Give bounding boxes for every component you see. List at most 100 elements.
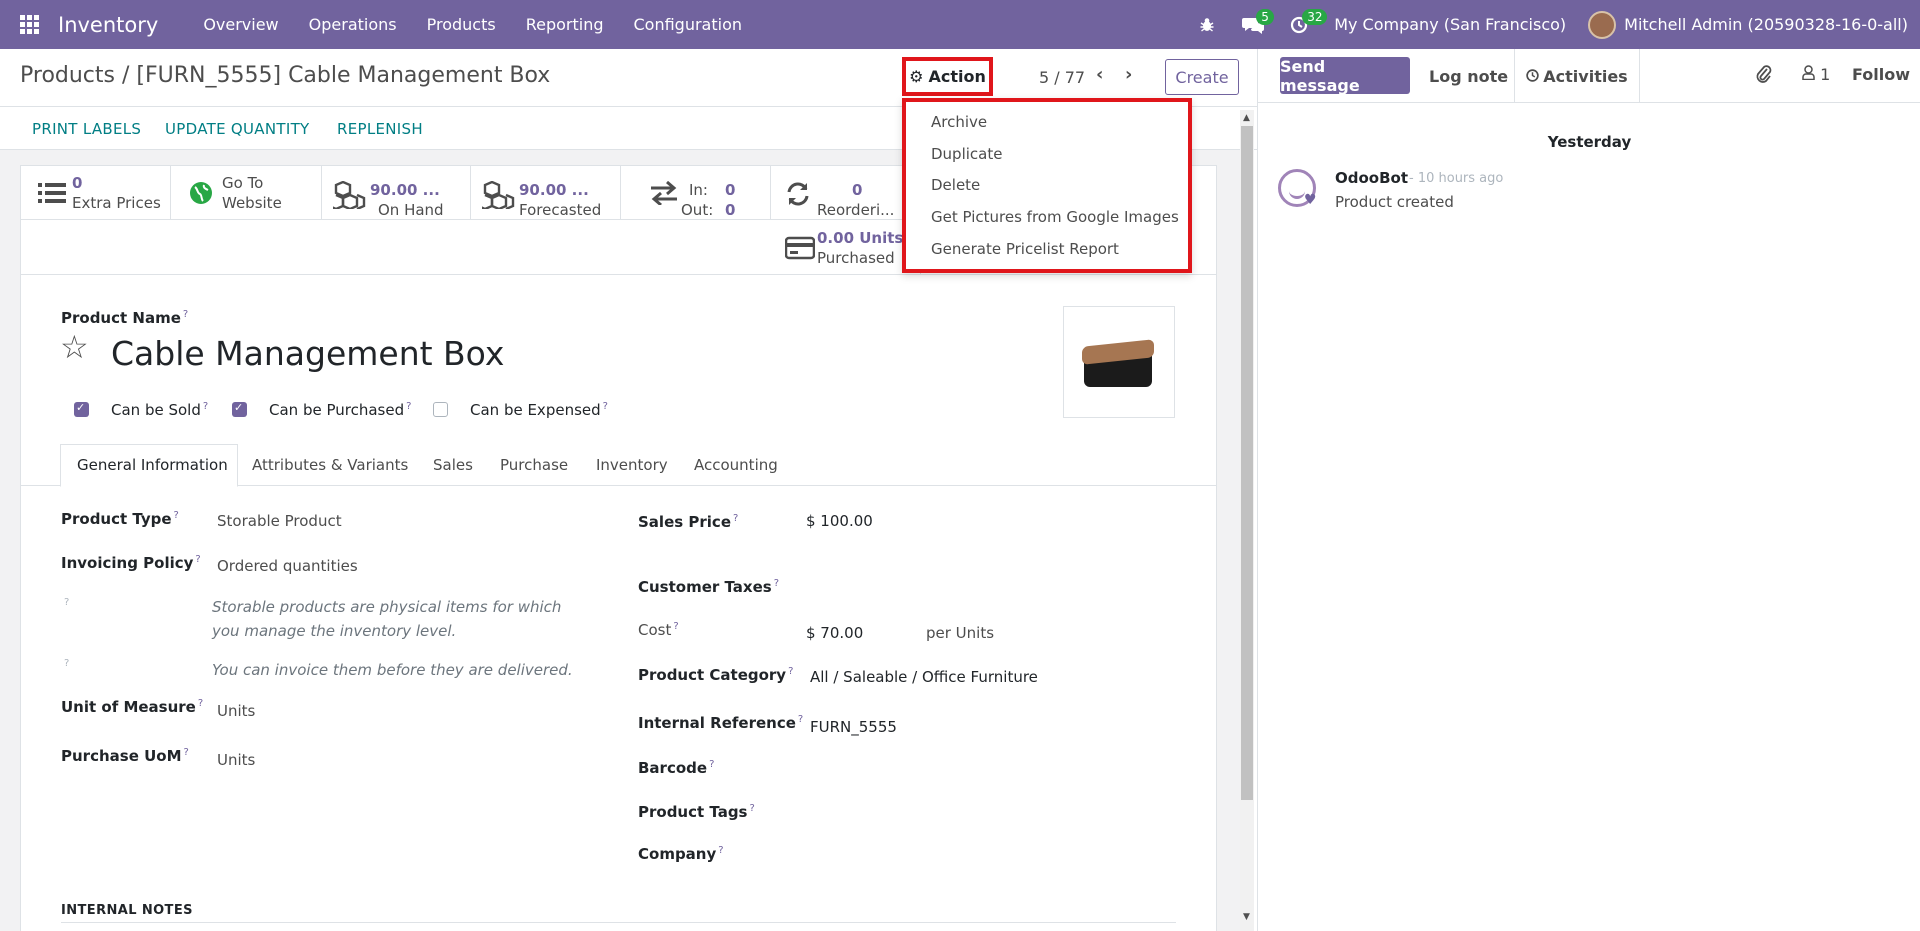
forecasted-button[interactable]: 90.00 ... Forecasted	[471, 165, 621, 220]
internal-notes-divider	[61, 922, 1176, 923]
extra-prices-button[interactable]: 0 Extra Prices	[20, 165, 171, 220]
on-hand-label: On Hand	[378, 201, 444, 219]
followers-count: 1	[1820, 65, 1831, 84]
can-be-sold-label: Can be Sold?	[111, 401, 209, 419]
tab-sales[interactable]: Sales	[433, 456, 473, 474]
can-be-sold-checkbox[interactable]	[74, 401, 89, 417]
tab-purchase[interactable]: Purchase	[500, 456, 568, 474]
action-button[interactable]: ⚙ Action	[902, 57, 993, 96]
reordering-rules-button[interactable]: 0 Reorderi...	[771, 165, 921, 220]
activities-button[interactable]: Activities	[1514, 49, 1640, 103]
menu-delete[interactable]: Delete	[931, 176, 980, 194]
update-quantity-button[interactable]: UPDATE QUANTITY	[165, 120, 310, 138]
company-switcher[interactable]: My Company (San Francisco)	[1334, 15, 1566, 34]
menu-get-pictures-google[interactable]: Get Pictures from Google Images	[931, 208, 1179, 226]
cubes-icon	[477, 180, 516, 216]
internal-reference-field[interactable]: FURN_5555	[810, 718, 897, 736]
menu-archive[interactable]: Archive	[931, 113, 987, 131]
message-author[interactable]: OdooBot	[1335, 169, 1408, 187]
cost-field[interactable]: $ 70.00	[806, 624, 863, 642]
tab-attributes-variants[interactable]: Attributes & Variants	[252, 456, 408, 474]
log-note-button[interactable]: Log note	[1429, 67, 1508, 86]
favorite-star-icon[interactable]: ☆	[60, 331, 89, 363]
product-name-label: Product Name?	[61, 309, 189, 327]
pager-previous-icon[interactable]: ‹	[1096, 64, 1103, 85]
go-to-label: Go To	[222, 174, 264, 192]
barcode-label: Barcode?	[638, 759, 715, 777]
can-be-expensed-label: Can be Expensed?	[470, 401, 608, 419]
pager-value[interactable]: 5 / 77	[1039, 68, 1085, 87]
send-message-button[interactable]: Send message	[1280, 57, 1410, 95]
menu-configuration[interactable]: Configuration	[618, 15, 757, 34]
invoicing-policy-field[interactable]: Ordered quantities	[217, 557, 358, 575]
scroll-up-arrow-icon[interactable]: ▲	[1243, 113, 1250, 123]
invoicing-policy-label: Invoicing Policy?	[61, 554, 201, 572]
user-avatar[interactable]	[1588, 10, 1617, 39]
extra-prices-count: 0	[72, 174, 83, 192]
can-be-purchased-label: Can be Purchased?	[269, 401, 412, 419]
menu-operations[interactable]: Operations	[294, 15, 412, 34]
activities-clock-icon[interactable]: 32	[1276, 0, 1328, 49]
internal-notes-heading: INTERNAL NOTES	[61, 903, 193, 918]
menu-generate-pricelist-report[interactable]: Generate Pricelist Report	[931, 240, 1119, 258]
debug-bug-icon[interactable]	[1184, 0, 1230, 49]
paperclip-icon[interactable]	[1756, 64, 1772, 89]
out-value: 0	[725, 201, 736, 219]
uom-label: Unit of Measure?	[61, 698, 204, 716]
create-button[interactable]: Create	[1165, 59, 1239, 95]
breadcrumb-current: [FURN_5555] Cable Management Box	[136, 63, 551, 88]
cost-label: Cost?	[638, 621, 679, 639]
product-category-label: Product Category?	[638, 666, 794, 684]
in-value: 0	[725, 181, 736, 199]
menu-products[interactable]: Products	[412, 15, 511, 34]
breadcrumb-separator: /	[122, 63, 130, 88]
purchased-value: 0.00 Units	[817, 229, 904, 247]
breadcrumb-products[interactable]: Products	[20, 63, 115, 88]
messages-icon[interactable]: 5	[1230, 0, 1276, 49]
app-name[interactable]: Inventory	[58, 13, 158, 37]
product-category-field[interactable]: All / Saleable / Office Furniture	[810, 668, 1038, 686]
product-image[interactable]	[1063, 306, 1175, 418]
follow-button[interactable]: Follow	[1852, 65, 1910, 84]
globe-icon	[189, 181, 213, 212]
uom-field[interactable]: Units	[217, 702, 255, 720]
tab-general-information[interactable]: General Information	[77, 456, 228, 474]
purchased-button[interactable]: 0.00 Units Purchased	[771, 220, 921, 275]
out-label: Out:	[681, 201, 714, 219]
menu-overview[interactable]: Overview	[188, 15, 293, 34]
help-icon: ?	[64, 658, 70, 669]
gear-icon: ⚙	[909, 67, 924, 86]
followers-button[interactable]: 1	[1802, 65, 1830, 84]
purchased-label: Purchased	[817, 249, 895, 267]
notebook-tabs: General Information Attributes & Variant…	[20, 444, 1217, 487]
chatter-panel: Send message Log note Activities 1 Follo…	[1257, 49, 1920, 931]
menu-duplicate[interactable]: Duplicate	[931, 145, 1002, 163]
product-type-field[interactable]: Storable Product	[217, 512, 342, 530]
can-be-purchased-checkbox[interactable]	[232, 401, 247, 417]
user-menu[interactable]: Mitchell Admin (20590328-16-0-all)	[1624, 15, 1908, 34]
sales-price-field[interactable]: $ 100.00	[806, 512, 873, 530]
can-be-expensed-checkbox[interactable]	[433, 402, 448, 417]
purchase-uom-field[interactable]: Units	[217, 751, 255, 769]
tab-accounting[interactable]: Accounting	[694, 456, 778, 474]
message-time: - 10 hours ago	[1409, 171, 1504, 186]
product-name[interactable]: Cable Management Box	[111, 334, 504, 373]
menu-reporting[interactable]: Reporting	[511, 15, 619, 34]
print-labels-button[interactable]: PRINT LABELS	[32, 120, 141, 138]
pager-next-icon[interactable]: ›	[1125, 64, 1132, 85]
in-out-button[interactable]: In: 0 Out: 0	[621, 165, 771, 220]
tab-inventory[interactable]: Inventory	[596, 456, 668, 474]
go-to-website-button[interactable]: Go To Website	[171, 165, 322, 220]
action-label: Action	[928, 67, 986, 86]
forecasted-value: 90.00 ...	[519, 181, 589, 199]
list-icon	[38, 181, 66, 211]
replenish-button[interactable]: REPLENISH	[337, 120, 423, 138]
on-hand-value: 90.00 ...	[370, 181, 440, 199]
on-hand-button[interactable]: 90.00 ... On Hand	[322, 165, 471, 220]
activities-label: Activities	[1543, 66, 1628, 86]
extra-prices-label: Extra Prices	[72, 194, 161, 212]
form-scrollbar-thumb[interactable]	[1241, 126, 1253, 800]
scroll-down-arrow-icon[interactable]: ▼	[1243, 912, 1250, 922]
product-type-hint: Storable products are physical items for…	[212, 598, 562, 640]
apps-menu-icon[interactable]	[0, 0, 58, 49]
